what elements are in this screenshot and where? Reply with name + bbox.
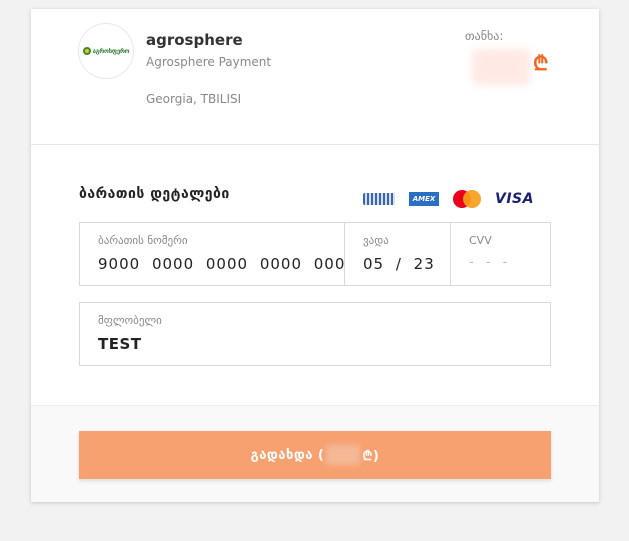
card-details-section: ბარათის დეტალები AMEX VISA ბარათის ნომერ… xyxy=(31,145,599,405)
pay-button-label-prefix: გადახდა ( xyxy=(250,447,325,463)
logo-text: აგროსფერო xyxy=(92,47,130,55)
card-details-title: ბარათის დეტალები xyxy=(79,186,230,202)
cvv-field[interactable]: CVV - - - xyxy=(451,223,550,285)
mastercard-icon xyxy=(453,190,481,208)
pay-button-label-suffix: ₾) xyxy=(362,449,380,464)
amount-label: თანხა: xyxy=(465,29,504,43)
merchant-header: აგროსფერო agrosphere Agrosphere Payment … xyxy=(31,9,599,145)
cvv-input[interactable]: - - - xyxy=(469,255,511,270)
expiry-field[interactable]: ვადა 05 / 23 xyxy=(345,223,451,285)
cardholder-label: მფლობელი xyxy=(98,314,162,327)
amount-value-redacted xyxy=(472,49,530,85)
merchant-subtitle: Agrosphere Payment xyxy=(146,55,272,69)
cvv-label: CVV xyxy=(469,234,492,247)
card-number-field[interactable]: ბარათის ნომერი 9000 0000 0000 0000 0000 xyxy=(80,223,345,285)
merchant-location: Georgia, TBILISI xyxy=(146,92,242,106)
amex-icon: AMEX xyxy=(409,192,439,206)
logo-emblem-icon xyxy=(82,47,91,55)
expiry-input[interactable]: 05 / 23 xyxy=(363,255,435,273)
card-fields-row: ბარათის ნომერი 9000 0000 0000 0000 0000 … xyxy=(79,222,551,286)
cardholder-input[interactable]: TEST xyxy=(98,335,142,353)
generic-card-icon xyxy=(363,193,395,205)
pay-amount-redacted xyxy=(326,445,361,465)
visa-icon: VISA xyxy=(495,191,534,207)
expiry-label: ვადა xyxy=(363,234,389,247)
cardholder-field[interactable]: მფლობელი TEST xyxy=(79,302,551,366)
card-number-label: ბარათის ნომერი xyxy=(98,234,188,247)
card-brands: AMEX VISA xyxy=(363,190,534,208)
payment-footer: გადახდა ( ₾) xyxy=(31,405,599,502)
currency-symbol: ₾ xyxy=(533,51,549,75)
logo-mark: აგროსფერო xyxy=(82,47,130,55)
payment-card: აგროსფერო agrosphere Agrosphere Payment … xyxy=(31,9,599,502)
pay-button[interactable]: გადახდა ( ₾) xyxy=(79,431,551,479)
merchant-logo: აგროსფერო xyxy=(78,23,134,79)
merchant-name: agrosphere xyxy=(146,31,243,49)
card-number-input[interactable]: 9000 0000 0000 0000 0000 xyxy=(98,255,344,273)
